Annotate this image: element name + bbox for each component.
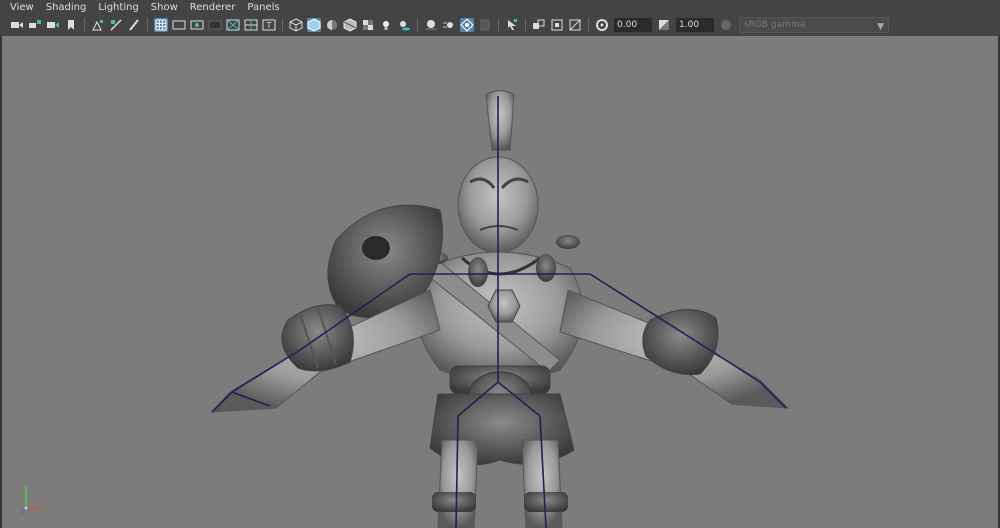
toolbar-separator: [84, 18, 85, 32]
view-transform-select[interactable]: sRGB gamma ▼: [739, 17, 889, 33]
toggle-hud-icon[interactable]: [532, 18, 546, 32]
bookmark-icon[interactable]: [64, 18, 78, 32]
panel-menubar: View Shading Lighting Show Renderer Pane…: [0, 0, 1000, 15]
select-camera-icon[interactable]: [10, 18, 24, 32]
resolution-gate-icon[interactable]: [190, 18, 204, 32]
camera-bookmark-icon[interactable]: [46, 18, 60, 32]
isolate-select-icon[interactable]: [478, 18, 492, 32]
safe-title-icon[interactable]: T: [262, 18, 276, 32]
grid-icon[interactable]: [154, 18, 168, 32]
menu-view[interactable]: View: [4, 0, 40, 15]
shadows-icon[interactable]: [397, 18, 411, 32]
gamma-icon[interactable]: [657, 18, 671, 32]
toolbar-separator: [525, 18, 526, 32]
chevron-down-icon: ▼: [877, 22, 884, 32]
xray-icon[interactable]: [460, 18, 474, 32]
field-chart-icon[interactable]: [226, 18, 240, 32]
menu-show[interactable]: Show: [145, 0, 184, 15]
safe-action-icon[interactable]: [244, 18, 258, 32]
smooth-shade-icon[interactable]: [307, 18, 321, 32]
camera-select-icon[interactable]: [505, 18, 519, 32]
view-transform-value: sRGB gamma: [744, 20, 806, 30]
maya-viewport-panel: View Shading Lighting Show Renderer Pane…: [0, 0, 1000, 528]
axis-gizmo-icon: [20, 486, 42, 515]
menu-shading[interactable]: Shading: [40, 0, 93, 15]
menu-panels[interactable]: Panels: [241, 0, 285, 15]
camera-attributes-icon[interactable]: [28, 18, 42, 32]
gate-mask-icon[interactable]: [208, 18, 222, 32]
exposure-icon[interactable]: [595, 18, 609, 32]
depth-of-field-icon[interactable]: [568, 18, 582, 32]
toolbar-separator: [417, 18, 418, 32]
menu-renderer[interactable]: Renderer: [184, 0, 242, 15]
svg-text:T: T: [266, 21, 272, 30]
wireframe-icon[interactable]: [289, 18, 303, 32]
grease-pencil-icon[interactable]: [127, 18, 141, 32]
two-d-pan-zoom-icon[interactable]: [109, 18, 123, 32]
lights-icon[interactable]: [379, 18, 393, 32]
menu-lighting[interactable]: Lighting: [92, 0, 144, 15]
wireframe-on-shaded-icon[interactable]: [343, 18, 357, 32]
character-model: [210, 90, 790, 528]
color-management-icon[interactable]: [719, 18, 733, 32]
film-gate-icon[interactable]: [172, 18, 186, 32]
ambient-occlusion-icon[interactable]: [424, 18, 438, 32]
toolbar-separator: [147, 18, 148, 32]
gamma-field[interactable]: 1.00: [676, 18, 714, 32]
panel-toolbar: T 0.00 1.00 sRGB gamma ▼: [0, 15, 1000, 35]
textured-icon[interactable]: [361, 18, 375, 32]
motion-blur-icon[interactable]: [442, 18, 456, 32]
toolbar-separator: [498, 18, 499, 32]
image-plane-icon[interactable]: [91, 18, 105, 32]
film-back-icon[interactable]: [550, 18, 564, 32]
default-material-icon[interactable]: [325, 18, 339, 32]
toolbar-separator: [282, 18, 283, 32]
toolbar-separator: [588, 18, 589, 32]
exposure-field[interactable]: 0.00: [614, 18, 652, 32]
